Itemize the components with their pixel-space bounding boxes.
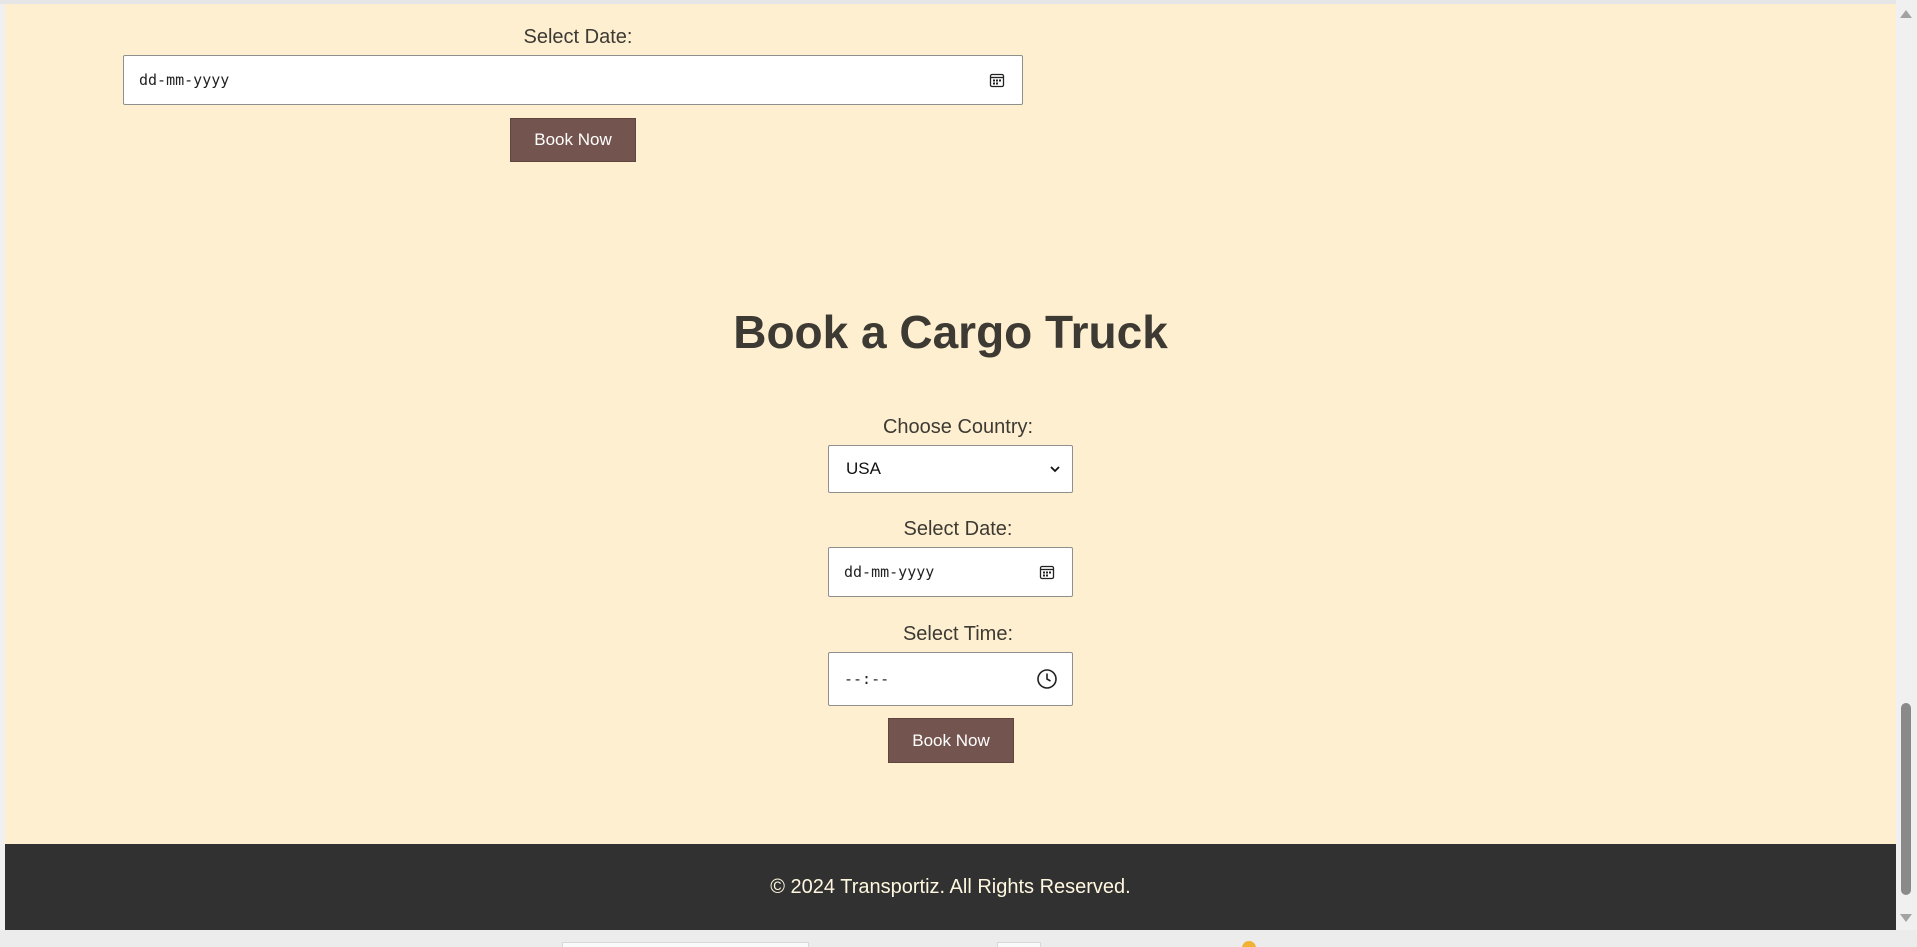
scroll-thumb[interactable] bbox=[1901, 703, 1911, 895]
vertical-scrollbar[interactable] bbox=[1896, 0, 1917, 930]
taskbar-strip bbox=[0, 930, 1917, 947]
cargo-date-label: Select Date: bbox=[903, 518, 1013, 540]
page-content: Select Date: dd-mm-yyyy Book Now Book a … bbox=[5, 4, 1896, 844]
time-placeholder: --:-- bbox=[844, 670, 890, 688]
taskbar-tab[interactable] bbox=[997, 942, 1041, 947]
scroll-down-arrow-icon[interactable] bbox=[1900, 914, 1912, 922]
footer: © 2024 Transportiz. All Rights Reserved. bbox=[5, 844, 1896, 930]
top-date-placeholder: dd-mm-yyyy bbox=[139, 71, 230, 89]
scroll-up-arrow-icon[interactable] bbox=[1900, 10, 1912, 18]
cargo-date-input[interactable]: dd-mm-yyyy bbox=[828, 547, 1073, 597]
top-date-input[interactable]: dd-mm-yyyy bbox=[123, 55, 1023, 105]
section-heading: Book a Cargo Truck bbox=[733, 306, 1168, 358]
cargo-book-now-button[interactable]: Book Now bbox=[888, 718, 1014, 763]
time-label: Select Time: bbox=[902, 623, 1014, 645]
calendar-icon[interactable] bbox=[1036, 561, 1058, 583]
country-select[interactable]: USA bbox=[828, 445, 1073, 493]
browser-viewport: Select Date: dd-mm-yyyy Book Now Book a … bbox=[0, 0, 1917, 947]
country-selected-value: USA bbox=[846, 459, 881, 478]
chevron-down-icon bbox=[1044, 458, 1066, 480]
copyright-text: © 2024 Transportiz. All Rights Reserved. bbox=[770, 875, 1131, 898]
country-label: Choose Country: bbox=[882, 416, 1034, 438]
clock-icon[interactable] bbox=[1036, 668, 1058, 690]
time-input[interactable]: --:-- bbox=[828, 652, 1073, 706]
cargo-date-placeholder: dd-mm-yyyy bbox=[844, 563, 935, 581]
top-date-label: Select Date: bbox=[523, 26, 633, 48]
taskbar-tab[interactable] bbox=[562, 942, 809, 947]
calendar-icon[interactable] bbox=[986, 69, 1008, 91]
top-book-now-button[interactable]: Book Now bbox=[510, 118, 636, 162]
